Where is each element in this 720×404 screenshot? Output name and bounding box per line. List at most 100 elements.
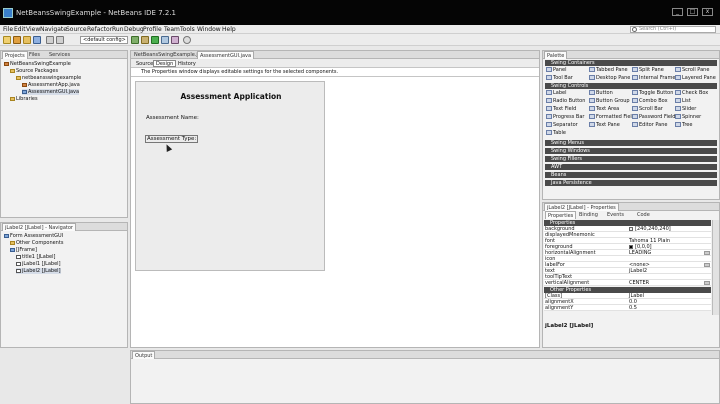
menu-refactor[interactable]: Refactor xyxy=(87,26,112,33)
tree-item-source-packages[interactable]: Source Packages xyxy=(10,68,58,74)
palette-item-text-field[interactable]: Text Field xyxy=(546,106,576,112)
menu-team[interactable]: Team xyxy=(164,26,180,33)
tab-files[interactable]: Files xyxy=(27,51,42,59)
menu-profile[interactable]: Profile xyxy=(143,26,162,33)
tab-events[interactable]: Events xyxy=(605,211,626,219)
minimize-button[interactable]: _ xyxy=(672,8,683,16)
nav-other-components[interactable]: Other Components xyxy=(10,240,63,246)
prop-row-valign[interactable]: verticalAlignment CENTER xyxy=(544,280,711,286)
menu-debug[interactable]: Debug xyxy=(124,26,144,33)
palette-item-button[interactable]: Button xyxy=(589,90,613,96)
menu-window[interactable]: Window xyxy=(197,26,221,33)
palette-item-text-pane[interactable]: Text Pane xyxy=(589,122,620,128)
palette-item-separator[interactable]: Separator xyxy=(546,122,578,128)
palette-item-layered-pane[interactable]: Layered Pane xyxy=(675,75,716,81)
tab-binding[interactable]: Binding xyxy=(577,211,600,219)
build-icon[interactable] xyxy=(131,36,139,44)
nav-jframe[interactable]: [JFrame] xyxy=(10,247,37,253)
palette-item-formatted-field[interactable]: Formatted Field xyxy=(589,114,635,120)
palette-cat-controls[interactable]: Swing Controls xyxy=(545,83,717,89)
palette-cat-persistence[interactable]: Java Persistence xyxy=(545,180,717,186)
palette-item-button-group[interactable]: Button Group xyxy=(589,98,630,104)
palette-item-toggle-button[interactable]: Toggle Button xyxy=(632,90,673,96)
palette-item-text-area[interactable]: Text Area xyxy=(589,106,619,112)
palette-cat-fillers[interactable]: Swing Fillers xyxy=(545,156,717,162)
palette-item-password-field[interactable]: Password Field xyxy=(632,114,675,120)
palette-cat-containers[interactable]: Swing Containers xyxy=(545,60,717,66)
menu-file[interactable]: File xyxy=(3,26,13,33)
undo-icon[interactable] xyxy=(46,36,54,44)
nav-jlabel1[interactable]: jLabel1 [JLabel] xyxy=(16,261,61,267)
tab-navigator[interactable]: jLabel2 [JLabel] - Navigator xyxy=(2,223,76,231)
menu-navigate[interactable]: Navigate xyxy=(40,26,67,33)
palette-item-panel[interactable]: Panel xyxy=(546,67,567,73)
tab-code[interactable]: Code xyxy=(635,211,652,219)
palette-item-progress-bar[interactable]: Progress Bar xyxy=(546,114,584,120)
palette-item-check-box[interactable]: Check Box xyxy=(675,90,708,96)
design-button[interactable]: Design xyxy=(153,60,177,67)
config-select[interactable]: <default config> xyxy=(80,36,128,44)
clean-build-icon[interactable] xyxy=(141,36,149,44)
debug-icon[interactable] xyxy=(161,36,169,44)
jframe-form[interactable]: Assessment Application Assessment Name: … xyxy=(135,81,325,271)
tab-projects[interactable]: Projects xyxy=(2,51,28,59)
dropdown-arrow-icon[interactable] xyxy=(704,281,710,285)
tree-item-assessmentgui[interactable]: AssessmentGUI.java xyxy=(22,89,80,95)
palette-cat-awt[interactable]: AWT xyxy=(545,164,717,170)
properties-scrollbar[interactable] xyxy=(712,220,719,315)
assessment-name-label[interactable]: Assessment Name: xyxy=(146,115,199,121)
menu-edit[interactable]: Edit xyxy=(14,26,26,33)
nav-title1[interactable]: title1 [JLabel] xyxy=(16,254,55,260)
palette-item-tabbed-pane[interactable]: Tabbed Pane xyxy=(589,67,628,73)
profile-icon[interactable] xyxy=(171,36,179,44)
run-icon[interactable] xyxy=(151,36,159,44)
menu-help[interactable]: Help xyxy=(222,26,236,33)
tab-output[interactable]: Output xyxy=(132,351,156,359)
nav-jlabel2[interactable]: jLabel2 [JLabel] xyxy=(16,268,61,274)
palette-cat-windows[interactable]: Swing Windows xyxy=(545,148,717,154)
new-file-icon[interactable] xyxy=(3,36,11,44)
menu-view[interactable]: View xyxy=(26,26,40,33)
menu-run[interactable]: Run xyxy=(112,26,124,33)
palette-item-editor-pane[interactable]: Editor Pane xyxy=(632,122,668,128)
palette-item-label[interactable]: Label xyxy=(546,90,567,96)
redo-icon[interactable] xyxy=(56,36,64,44)
palette-item-scroll-bar[interactable]: Scroll Bar xyxy=(632,106,663,112)
palette-item-radio-button[interactable]: Radio Button xyxy=(546,98,585,104)
palette-item-scroll-pane[interactable]: Scroll Pane xyxy=(675,67,709,73)
search-input[interactable]: Search (Ctrl+I) xyxy=(630,26,716,33)
new-project-icon[interactable] xyxy=(13,36,21,44)
assessment-type-label[interactable]: Assessment Type: xyxy=(145,135,199,143)
tree-item-libraries[interactable]: Libraries xyxy=(10,96,38,102)
design-canvas[interactable]: Assessment Application Assessment Name: … xyxy=(131,77,539,347)
palette-item-internal-frame[interactable]: Internal Frame xyxy=(632,75,675,81)
palette-cat-menus[interactable]: Swing Menus xyxy=(545,140,717,146)
tab-properties-window[interactable]: jLabel2 [JLabel] - Properties xyxy=(544,203,619,211)
tree-item-project[interactable]: NetBeansSwingExample xyxy=(4,61,71,67)
palette-item-slider[interactable]: Slider xyxy=(675,106,696,112)
menu-tools[interactable]: Tools xyxy=(180,26,195,33)
palette-item-combo-box[interactable]: Combo Box xyxy=(632,98,668,104)
tab-properties[interactable]: Properties xyxy=(545,211,577,219)
gc-icon[interactable] xyxy=(183,36,191,44)
dropdown-arrow-icon[interactable] xyxy=(704,251,710,255)
palette-item-table[interactable]: Table xyxy=(546,130,566,136)
tree-item-package[interactable]: netbeansswingexample xyxy=(16,75,81,81)
tab-services[interactable]: Services xyxy=(47,51,72,59)
palette-item-desktop-pane[interactable]: Desktop Pane xyxy=(589,75,630,81)
open-project-icon[interactable] xyxy=(23,36,31,44)
prop-row-alignmenty[interactable]: alignmentY 0.5 xyxy=(544,305,711,311)
tree-item-assessmentapp[interactable]: AssessmentApp.java xyxy=(22,82,80,88)
dropdown-arrow-icon[interactable] xyxy=(704,263,710,267)
close-button[interactable]: x xyxy=(702,8,713,16)
tab-palette[interactable]: Palette xyxy=(544,51,568,59)
palette-item-spinner[interactable]: Spinner xyxy=(675,114,701,120)
save-all-icon[interactable] xyxy=(33,36,41,44)
palette-item-split-pane[interactable]: Split Pane xyxy=(632,67,664,73)
palette-item-tree[interactable]: Tree xyxy=(675,122,692,128)
palette-item-tool-bar[interactable]: Tool Bar xyxy=(546,75,573,81)
palette-item-list[interactable]: List xyxy=(675,98,691,104)
form-heading[interactable]: Assessment Application xyxy=(136,92,326,101)
maximize-button[interactable]: □ xyxy=(687,8,698,16)
menu-source[interactable]: Source xyxy=(66,26,87,33)
